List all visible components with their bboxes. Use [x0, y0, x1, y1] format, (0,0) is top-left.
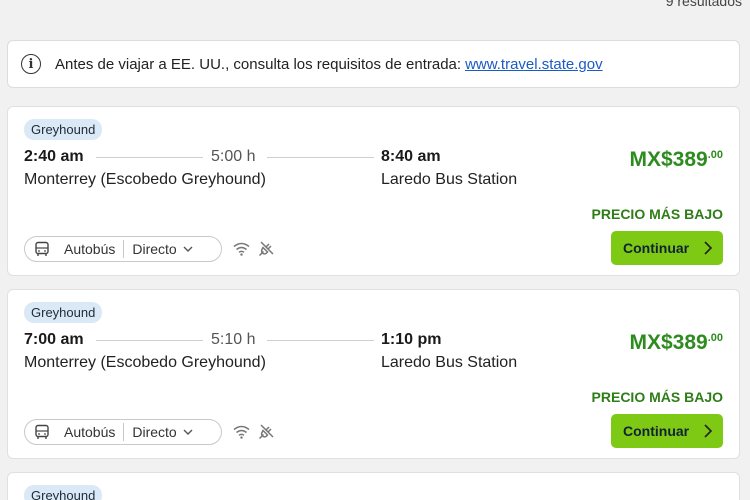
- departure-time: 2:40 am: [24, 148, 84, 165]
- chevron-down-icon: [183, 246, 193, 252]
- operator-badge: Greyhound: [24, 119, 103, 140]
- price-cents: .00: [707, 149, 723, 161]
- price: MX$389.00: [629, 331, 723, 355]
- operator-badge: Greyhound: [24, 302, 103, 323]
- arrival-time: 1:10 pm: [381, 331, 442, 348]
- vehicle-type: Autobús: [64, 424, 116, 440]
- trip-duration: 5:10 h: [211, 331, 256, 348]
- trip-card[interactable]: Greyhound 2:40 am 5:00 h 8:40 am Monterr…: [7, 106, 740, 276]
- wifi-icon: [233, 425, 250, 439]
- chevron-down-icon: [183, 429, 193, 435]
- trip-duration: 5:00 h: [211, 148, 256, 165]
- departure-time: 7:00 am: [24, 331, 84, 348]
- trip-details-toggle[interactable]: Autobús Directo: [24, 236, 222, 262]
- trip-card[interactable]: Greyhound: [7, 472, 740, 500]
- trip-card[interactable]: Greyhound 7:00 am 5:10 h 1:10 pm Monterr…: [7, 289, 740, 459]
- duration-line: [267, 340, 374, 341]
- price: MX$389.00: [629, 148, 723, 172]
- continue-button[interactable]: Continuar: [611, 414, 723, 448]
- notice-text: Antes de viajar a EE. UU., consulta los …: [55, 55, 462, 73]
- duration-line: [96, 157, 203, 158]
- bus-icon: [35, 424, 49, 439]
- arrival-time: 8:40 am: [381, 148, 441, 165]
- departure-station: Monterrey (Escobedo Greyhound): [24, 354, 266, 371]
- route-type: Directo: [132, 424, 177, 440]
- departure-station: Monterrey (Escobedo Greyhound): [24, 171, 266, 188]
- arrival-station: Laredo Bus Station: [381, 354, 518, 371]
- entry-requirements-notice: i Antes de viajar a EE. UU., consulta lo…: [7, 40, 740, 88]
- price-main: MX$389: [629, 331, 708, 354]
- continue-button[interactable]: Continuar: [611, 231, 723, 265]
- price-cents: .00: [707, 332, 723, 344]
- divider: [123, 423, 125, 441]
- lowest-price-label: PRECIO MÁS BAJO: [591, 389, 723, 405]
- arrival-station: Laredo Bus Station: [381, 171, 518, 188]
- results-count: 9 resultados: [665, 0, 742, 9]
- travel-state-gov-link[interactable]: www.travel.state.gov: [465, 56, 603, 73]
- duration-line: [267, 157, 374, 158]
- lowest-price-label: PRECIO MÁS BAJO: [591, 206, 723, 222]
- route-type: Directo: [132, 241, 177, 257]
- operator-badge: Greyhound: [24, 485, 103, 500]
- continue-button-label: Continuar: [623, 240, 690, 256]
- price-main: MX$389: [629, 148, 708, 171]
- divider: [123, 240, 125, 258]
- info-icon: i: [21, 54, 41, 74]
- chevron-right-icon: [704, 424, 713, 438]
- duration-line: [96, 340, 203, 341]
- plug-icon: [258, 424, 274, 440]
- vehicle-type: Autobús: [64, 241, 116, 257]
- plug-icon: [258, 241, 274, 257]
- trip-details-toggle[interactable]: Autobús Directo: [24, 419, 222, 445]
- bus-icon: [35, 241, 49, 256]
- continue-button-label: Continuar: [623, 423, 690, 439]
- chevron-right-icon: [704, 241, 713, 255]
- wifi-icon: [233, 242, 250, 256]
